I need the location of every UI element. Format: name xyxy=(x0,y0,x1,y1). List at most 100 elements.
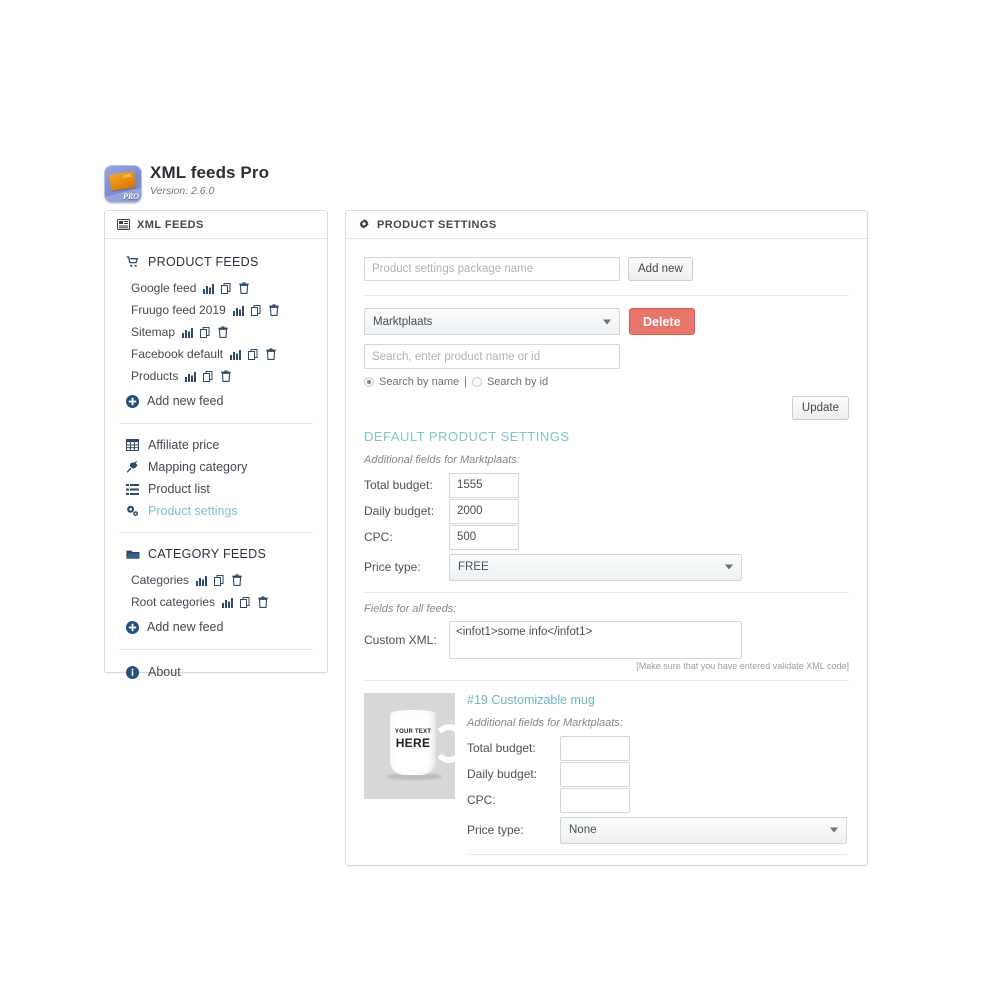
field-label: CPC: xyxy=(467,793,496,807)
sidebar-feed-row[interactable]: Fruugo feed 2019 xyxy=(105,299,327,321)
sidebar-item-product-settings[interactable]: Product settings xyxy=(105,500,327,522)
field-row: CPC: xyxy=(467,787,849,813)
field-label: Total budget: xyxy=(467,741,536,755)
sidebar-item-affiliate-price[interactable]: Affiliate price xyxy=(105,434,327,456)
chevron-down-icon xyxy=(603,319,611,324)
trash-icon[interactable] xyxy=(269,304,279,316)
copy-icon[interactable] xyxy=(221,282,232,294)
product-settings-panel: PRODUCT SETTINGS Add new Marktplaats Del… xyxy=(345,210,868,866)
package-name-input[interactable] xyxy=(364,257,620,281)
bar-chart-icon[interactable] xyxy=(230,349,242,360)
product-total-budget-input[interactable] xyxy=(560,735,630,761)
radio-search-by-id[interactable] xyxy=(471,377,482,387)
bar-chart-icon[interactable] xyxy=(203,283,215,294)
category-feeds-list: Categories Root categories xyxy=(105,569,327,613)
add-new-category-feed-button[interactable]: Add new feed xyxy=(105,615,327,639)
bar-chart-icon[interactable] xyxy=(222,597,234,608)
app-icon-pro-badge: PRO xyxy=(123,192,139,201)
product-cpc-input[interactable] xyxy=(560,787,630,813)
gear-icon xyxy=(358,218,370,231)
xml-feeds-pro-app-icon: PRO xyxy=(104,165,142,203)
mug-text-bottom: HERE xyxy=(395,736,431,750)
price-type-value: FREE xyxy=(458,561,489,573)
sidebar-feed-row[interactable]: Facebook default xyxy=(105,343,327,365)
sidebar-feed-row[interactable]: Categories xyxy=(105,569,327,591)
add-new-category-feed-label: Add new feed xyxy=(147,620,224,634)
copy-icon[interactable] xyxy=(240,596,251,608)
bar-chart-icon[interactable] xyxy=(185,371,197,382)
update-row: Update xyxy=(364,396,849,420)
sidebar-item-mapping-category[interactable]: Mapping category xyxy=(105,456,327,478)
daily-budget-input[interactable] xyxy=(449,498,519,524)
product-additional-note: Additional fields for Marktplaats: xyxy=(467,717,623,729)
copy-icon[interactable] xyxy=(200,326,211,338)
main-panel-header-label: PRODUCT SETTINGS xyxy=(377,219,497,231)
bar-chart-icon[interactable] xyxy=(182,327,194,338)
table-grid-icon xyxy=(126,439,139,451)
custom-xml-textarea[interactable] xyxy=(449,621,742,659)
sidebar-feed-row[interactable]: Root categories xyxy=(105,591,327,613)
main-panel-header: PRODUCT SETTINGS xyxy=(346,211,867,239)
feed-name[interactable]: Products xyxy=(131,369,178,383)
plug-icon xyxy=(126,461,139,473)
product-price-type-select[interactable]: None xyxy=(560,816,847,844)
trash-icon[interactable] xyxy=(266,348,276,360)
cpc-input[interactable] xyxy=(449,524,519,550)
feed-name[interactable]: Sitemap xyxy=(131,325,175,339)
field-row: Total budget: xyxy=(364,472,849,498)
sidebar-item-label: Affiliate price xyxy=(148,438,220,452)
sidebar-header-label: XML FEEDS xyxy=(137,219,204,231)
product-price-type-label: Price type: xyxy=(467,823,524,837)
feed-name[interactable]: Fruugo feed 2019 xyxy=(131,303,226,317)
radio-search-by-name[interactable] xyxy=(364,377,374,387)
search-mode-radios: Search by name | Search by id xyxy=(364,376,849,388)
sidebar-divider-2 xyxy=(119,532,313,533)
trash-icon[interactable] xyxy=(221,370,232,382)
copy-icon[interactable] xyxy=(250,304,262,316)
sidebar-item-label: Product settings xyxy=(148,504,238,518)
sidebar-feed-row[interactable]: Sitemap xyxy=(105,321,327,343)
divider-under-add xyxy=(364,295,849,296)
price-type-label: Price type: xyxy=(364,560,421,574)
copy-icon[interactable] xyxy=(248,348,259,360)
shopping-cart-icon xyxy=(126,256,140,268)
default-additional-note: Additional fields for Marktplaats: xyxy=(364,454,520,466)
app-version: Version: 2.6.0 xyxy=(150,185,215,197)
price-type-select[interactable]: FREE xyxy=(449,553,742,581)
trash-icon[interactable] xyxy=(218,326,228,338)
search-input[interactable] xyxy=(364,344,620,369)
add-new-product-feed-button[interactable]: Add new feed xyxy=(105,389,327,413)
total-budget-input[interactable] xyxy=(449,472,519,498)
product-price-type-value: None xyxy=(569,824,597,836)
bar-chart-icon[interactable] xyxy=(196,575,208,586)
trash-icon[interactable] xyxy=(239,282,250,294)
feed-name[interactable]: Google feed xyxy=(131,281,196,295)
search-row xyxy=(364,344,849,369)
copy-icon[interactable] xyxy=(203,370,214,382)
feed-name[interactable]: Facebook default xyxy=(131,347,223,361)
product-row: YOUR TEXT HERE #19 Customizable mug Addi… xyxy=(364,693,849,865)
feed-name[interactable]: Root categories xyxy=(131,595,215,609)
package-select[interactable]: Marktplaats xyxy=(364,308,620,335)
add-new-package-button[interactable]: Add new xyxy=(628,257,693,281)
field-row: Daily budget: xyxy=(467,761,849,787)
trash-icon[interactable] xyxy=(258,596,268,608)
trash-icon[interactable] xyxy=(232,574,242,586)
sidebar-item-product-list[interactable]: Product list xyxy=(105,478,327,500)
chevron-down-icon xyxy=(830,827,838,833)
copy-icon[interactable] xyxy=(214,574,225,586)
product-title-link[interactable]: #19 Customizable mug xyxy=(467,693,849,707)
delete-package-button[interactable]: Delete xyxy=(629,308,695,335)
feed-name[interactable]: Categories xyxy=(131,573,189,587)
product-daily-budget-input[interactable] xyxy=(560,761,630,787)
package-select-value: Marktplaats xyxy=(373,315,433,328)
custom-xml-hint: [Make sure that you have entered validat… xyxy=(636,661,849,671)
category-feeds-group-title: CATEGORY FEEDS xyxy=(105,543,327,565)
sidebar-feed-row[interactable]: Google feed xyxy=(105,277,327,299)
sidebar-feed-row[interactable]: Products xyxy=(105,365,327,387)
bar-chart-icon[interactable] xyxy=(232,305,244,316)
product-all-feeds-note: Fields for all feeds: xyxy=(467,864,849,865)
sidebar-body: PRODUCT FEEDS Google feed Fruugo feed 20… xyxy=(105,239,327,684)
update-button[interactable]: Update xyxy=(791,396,849,420)
sidebar-item-about[interactable]: About xyxy=(105,660,327,684)
